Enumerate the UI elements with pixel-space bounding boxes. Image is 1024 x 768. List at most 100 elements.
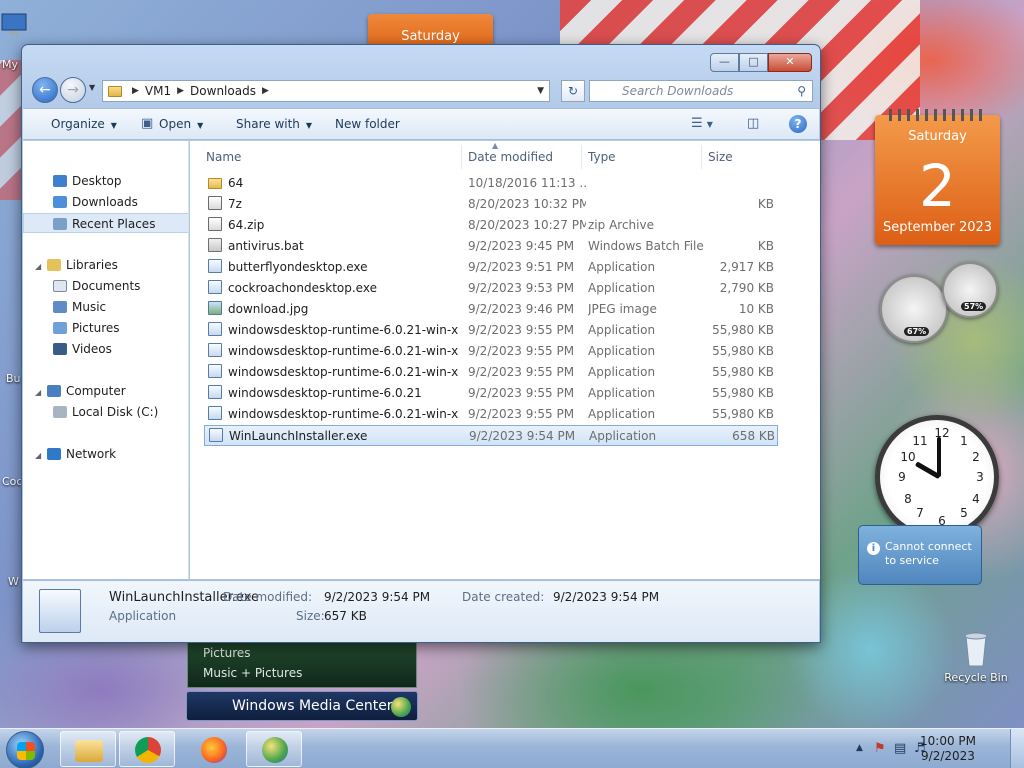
help-icon[interactable]: ? bbox=[789, 115, 807, 133]
share-with-button[interactable]: Share with ▼ bbox=[236, 117, 312, 131]
minimize-button[interactable]: — bbox=[710, 53, 739, 72]
maximize-button[interactable]: □ bbox=[739, 53, 768, 72]
weather-gadget[interactable]: i Cannot connect to service bbox=[858, 525, 982, 585]
file-type: Application bbox=[588, 281, 656, 295]
back-arrow-icon: ← bbox=[39, 82, 51, 98]
action-center-icon[interactable]: ⚑ bbox=[874, 741, 886, 756]
preview-pane-icon[interactable]: ◫ bbox=[747, 116, 759, 131]
nav-item-label: Pictures bbox=[72, 321, 120, 335]
chevron-down-icon: ▼ bbox=[110, 121, 117, 130]
file-row[interactable]: windowsdesktop-runtime-6.0.21 9/2/2023 9:… bbox=[204, 383, 778, 404]
nav-item-recent-places[interactable]: Recent Places bbox=[23, 213, 188, 233]
column-header-date-modified[interactable]: Date modified bbox=[461, 145, 581, 169]
media-center-launcher[interactable]: Windows Media Center bbox=[186, 691, 418, 721]
calendar-gadget[interactable]: Saturday 2 September 2023 bbox=[875, 109, 1000, 245]
taskbar-media-center[interactable] bbox=[246, 731, 302, 767]
view-options-icon[interactable]: ☰ ▼ bbox=[691, 116, 713, 131]
forward-button[interactable]: → bbox=[60, 77, 86, 103]
file-row[interactable]: windowsdesktop-runtime-6.0.21-win-x64 9/2… bbox=[204, 320, 778, 341]
nav-item-local-disk[interactable]: Local Disk (C:) bbox=[23, 402, 188, 422]
desktop-icon-computer[interactable]: My bbox=[0, 12, 54, 71]
show-hidden-icons[interactable]: ▲ bbox=[856, 743, 863, 753]
address-dropdown[interactable]: ▼ bbox=[537, 86, 544, 96]
file-size: 2,917 KB bbox=[719, 260, 774, 274]
refresh-button[interactable]: ↻ bbox=[561, 80, 585, 102]
file-size: KB bbox=[757, 197, 774, 211]
organize-label: Organize bbox=[51, 117, 105, 131]
file-row[interactable]: 64.zip 8/20/2023 10:27 PM zip Archive bbox=[204, 215, 778, 236]
breadcrumb-item[interactable]: Downloads bbox=[190, 84, 256, 98]
file-name: 64 bbox=[228, 176, 244, 190]
nav-item-pictures[interactable]: Pictures bbox=[23, 318, 188, 338]
taskbar-chrome[interactable] bbox=[119, 731, 175, 767]
file-row[interactable]: windowsdesktop-runtime-6.0.21-win-x6 9/2/… bbox=[204, 404, 778, 425]
file-row[interactable]: windowsdesktop-runtime-6.0.21-win-x64 9/2… bbox=[204, 362, 778, 383]
file-date-modified: 9/2/2023 9:55 PM bbox=[468, 344, 575, 358]
file-size: 658 KB bbox=[732, 429, 775, 443]
desktop-icon-label: Coc bbox=[2, 475, 23, 488]
open-button[interactable]: Open ▼ bbox=[159, 117, 203, 131]
show-desktop-button[interactable] bbox=[1010, 729, 1024, 768]
breadcrumb-separator[interactable]: ▶ bbox=[177, 86, 184, 96]
back-button[interactable]: ← bbox=[32, 77, 58, 103]
close-button[interactable]: ✕ bbox=[768, 53, 812, 72]
file-row[interactable]: download.jpg 9/2/2023 9:46 PM JPEG image 10… bbox=[204, 299, 778, 320]
breadcrumb-item[interactable]: VM1 bbox=[145, 84, 171, 98]
memory-meter-gauge[interactable]: 57% bbox=[942, 262, 998, 318]
nav-item-network[interactable]: ◢ Network bbox=[23, 444, 188, 466]
taskbar-clock[interactable]: 10:00 PM 9/2/2023 bbox=[920, 734, 976, 764]
address-bar[interactable]: ▶ VM1 ▶ Downloads ▶ ▼ bbox=[102, 80, 550, 102]
expand-icon[interactable]: ◢ bbox=[35, 446, 47, 466]
libraries-icon bbox=[47, 259, 61, 271]
search-input[interactable]: Search Downloads ⚲ bbox=[589, 80, 813, 102]
new-folder-button[interactable]: New folder bbox=[335, 117, 400, 131]
taskbar-explorer[interactable] bbox=[60, 731, 116, 767]
expand-icon[interactable]: ◢ bbox=[35, 257, 47, 277]
clock-gadget[interactable]: 12 3 6 9 1 2 4 5 7 8 10 11 bbox=[875, 415, 999, 539]
computer-icon bbox=[1, 13, 27, 35]
file-row[interactable]: cockroachondesktop.exe 9/2/2023 9:53 PM Ap… bbox=[204, 278, 778, 299]
nav-item-computer[interactable]: ◢ Computer bbox=[23, 381, 188, 403]
nav-item-videos[interactable]: Videos bbox=[23, 339, 188, 359]
breadcrumb-separator[interactable]: ▶ bbox=[132, 86, 139, 96]
weather-error-line1: Cannot connect bbox=[885, 540, 972, 553]
column-header-type[interactable]: Type bbox=[581, 145, 705, 169]
details-created: 9/2/2023 9:54 PM bbox=[553, 590, 660, 604]
file-row[interactable]: windowsdesktop-runtime-6.0.21-win-x64 9/2… bbox=[204, 341, 778, 362]
recent-pages-dropdown[interactable]: ▼ bbox=[89, 83, 95, 92]
refresh-icon: ↻ bbox=[567, 84, 579, 98]
file-name: cockroachondesktop.exe bbox=[228, 281, 377, 295]
desktop-icon-recycle-bin[interactable]: Recycle Bin bbox=[940, 630, 1012, 684]
expand-icon[interactable]: ◢ bbox=[35, 383, 47, 403]
file-date-modified: 8/20/2023 10:32 PM bbox=[468, 197, 586, 211]
breadcrumb-separator[interactable]: ▶ bbox=[262, 86, 269, 96]
column-header-size[interactable]: Size bbox=[701, 145, 781, 169]
nav-item-libraries[interactable]: ◢ Libraries bbox=[23, 255, 188, 277]
explorer-window[interactable]: — □ ✕ ← → ▼ ▶ VM1 ▶ Downloads ▶ ▼ ↻ Sear… bbox=[21, 44, 821, 643]
organize-button[interactable]: Organize ▼ bbox=[51, 117, 117, 131]
file-row[interactable]: 64 10/18/2016 11:13 ... bbox=[204, 173, 778, 194]
start-button[interactable] bbox=[6, 731, 44, 768]
nav-item-downloads[interactable]: Downloads bbox=[23, 192, 188, 212]
cpu-meter-gauge[interactable]: 67% bbox=[880, 275, 948, 343]
media-center-thumbnail[interactable]: Pictures Music + Pictures bbox=[187, 640, 417, 688]
nav-item-documents[interactable]: Documents bbox=[23, 276, 188, 296]
file-type: Application bbox=[588, 323, 656, 337]
details-modified-label: Date modified: bbox=[223, 590, 313, 604]
file-size: 55,980 KB bbox=[712, 344, 774, 358]
zip-file-icon bbox=[208, 196, 224, 212]
column-header-name[interactable]: Name bbox=[206, 145, 456, 169]
weather-error-line2: to service bbox=[885, 554, 939, 567]
nav-item-desktop[interactable]: Desktop bbox=[23, 171, 188, 191]
file-row[interactable]: WinLaunchInstaller.exe 9/2/2023 9:54 PM Ap… bbox=[204, 425, 778, 446]
file-row[interactable]: antivirus.bat 9/2/2023 9:45 PM Windows Bat… bbox=[204, 236, 778, 257]
search-icon[interactable]: ⚲ bbox=[797, 84, 806, 98]
calendar-gadget-small[interactable]: Saturday bbox=[368, 14, 493, 46]
taskbar-firefox[interactable] bbox=[185, 731, 241, 767]
file-row[interactable]: butterflyondesktop.exe 9/2/2023 9:51 PM Ap… bbox=[204, 257, 778, 278]
file-row[interactable]: 7z 8/20/2023 10:32 PM KB bbox=[204, 194, 778, 215]
forward-arrow-icon: → bbox=[67, 82, 79, 98]
file-size: 55,980 KB bbox=[712, 407, 774, 421]
nav-item-music[interactable]: Music bbox=[23, 297, 188, 317]
network-status-icon[interactable]: ▤ bbox=[894, 741, 906, 756]
